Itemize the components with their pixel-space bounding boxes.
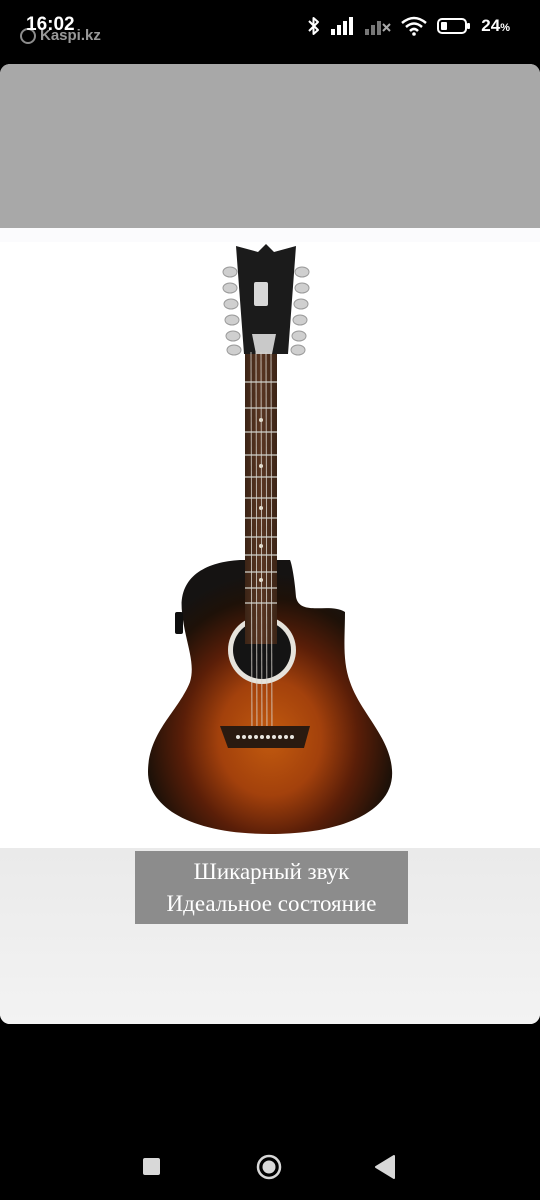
status-icons: 24% — [307, 12, 510, 40]
battery-icon — [437, 18, 471, 34]
kaspi-logo-icon — [20, 28, 36, 44]
navigation-bar — [0, 1130, 540, 1200]
guitar-illustration — [148, 244, 393, 834]
watermark-text: Kaspi.kz — [40, 27, 101, 44]
photo-top-band — [0, 64, 540, 228]
home-button[interactable] — [256, 1154, 282, 1180]
photo-caption: Шикарный звук Идеальное состояние — [135, 851, 408, 924]
battery-percentage: 24% — [481, 16, 510, 36]
wifi-icon — [401, 16, 428, 36]
photo-card[interactable]: Шикарный звук Идеальное состояние — [0, 64, 540, 1024]
recents-button[interactable] — [143, 1158, 160, 1175]
battery-unit: % — [500, 22, 510, 34]
caption-line-1: Шикарный звук — [193, 859, 350, 884]
signal-icon — [331, 17, 354, 35]
caption-line-2: Идеальное состояние — [166, 891, 377, 916]
status-bar: 16:02 Kaspi.kz 24% — [0, 0, 540, 56]
kaspi-watermark: Kaspi.kz — [20, 27, 101, 44]
photo-gap-band — [0, 228, 540, 242]
battery-level: 24 — [481, 16, 501, 35]
guitar-image — [0, 242, 540, 848]
guitar-bridge — [220, 726, 310, 748]
signal-off-icon — [365, 21, 392, 35]
back-button[interactable] — [374, 1154, 396, 1180]
bluetooth-icon — [308, 17, 320, 35]
